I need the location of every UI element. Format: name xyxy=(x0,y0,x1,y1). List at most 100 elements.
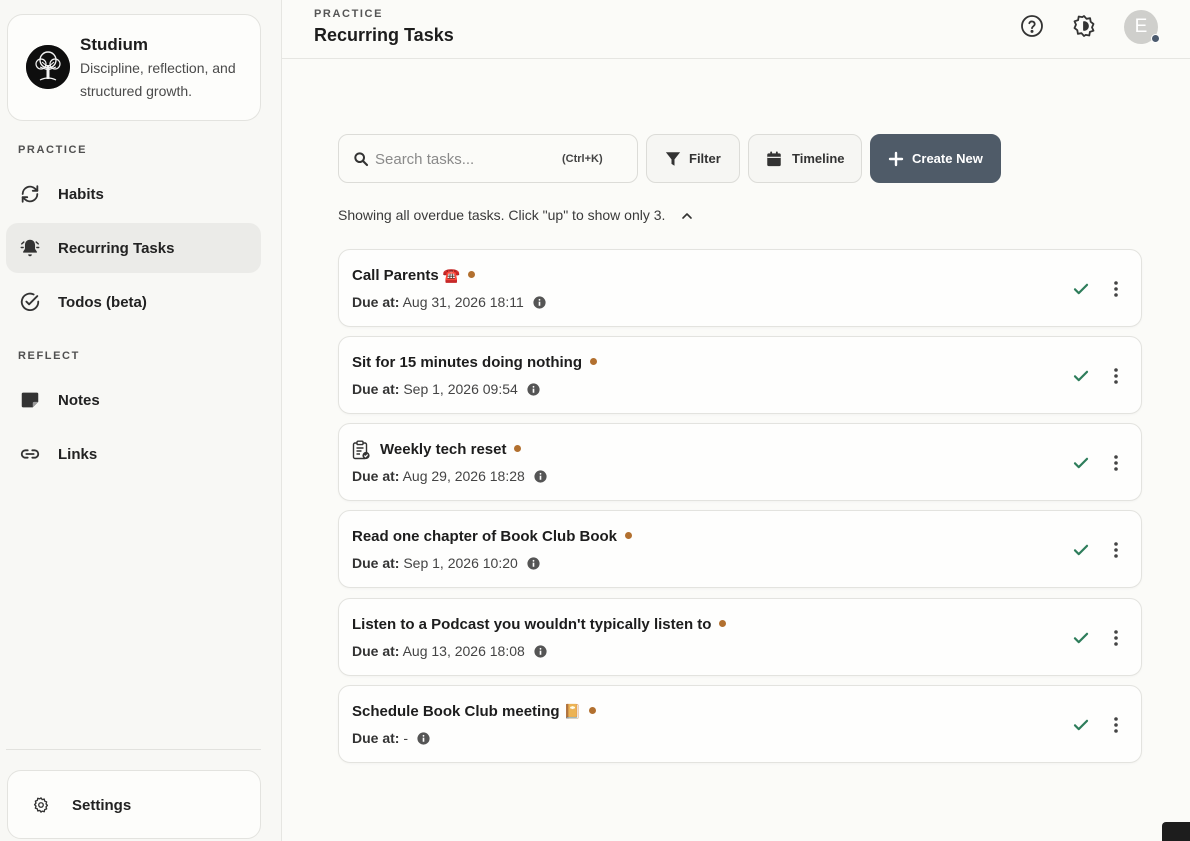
info-icon[interactable] xyxy=(527,383,540,396)
bell-icon xyxy=(20,239,40,257)
tree-logo-icon xyxy=(26,45,70,89)
task-card[interactable]: Weekly tech reset Due at: Aug 29, 2026 1… xyxy=(338,423,1142,501)
settings-label: Settings xyxy=(72,797,132,814)
create-new-button[interactable]: Create New xyxy=(870,134,1001,183)
status-dot xyxy=(589,707,597,714)
task-title-row: Read one chapter of Book Club Book xyxy=(352,528,633,545)
complete-check-icon[interactable] xyxy=(1072,629,1090,647)
more-options-icon[interactable] xyxy=(1107,366,1125,386)
timeline-button[interactable]: Timeline xyxy=(748,134,862,183)
clipboard-check-icon xyxy=(352,440,370,460)
task-card[interactable]: Listen to a Podcast you wouldn't typical… xyxy=(338,598,1142,676)
check-circle-icon xyxy=(20,292,40,311)
due-label: Due at: xyxy=(352,643,400,659)
calendar-icon xyxy=(767,151,781,167)
due-value: Sep 1, 2026 09:54 xyxy=(403,381,518,397)
refresh-icon xyxy=(21,185,39,203)
filter-label: Filter xyxy=(689,151,721,166)
filter-icon xyxy=(665,152,681,166)
complete-check-icon[interactable] xyxy=(1072,541,1090,559)
status-dot xyxy=(625,532,633,539)
header-eyebrow: PRACTICE xyxy=(314,8,384,20)
sidebar-divider xyxy=(6,749,261,750)
search-shortcut: (Ctrl+K) xyxy=(562,153,603,165)
task-due: Due at: Sep 1, 2026 09:54 xyxy=(352,381,540,397)
due-label: Due at: xyxy=(352,555,400,571)
task-card[interactable]: Call Parents ☎️ Due at: Aug 31, 2026 18:… xyxy=(338,249,1142,327)
filter-button[interactable]: Filter xyxy=(646,134,740,183)
sidebar-item-label: Notes xyxy=(58,391,100,409)
complete-check-icon[interactable] xyxy=(1072,280,1090,298)
due-value: Aug 29, 2026 18:28 xyxy=(402,468,525,484)
sidebar-item-label: Habits xyxy=(58,185,104,203)
task-title-row: Listen to a Podcast you wouldn't typical… xyxy=(352,616,727,633)
task-title: Sit for 15 minutes doing nothing xyxy=(352,354,582,371)
help-icon[interactable] xyxy=(1020,14,1044,38)
info-icon[interactable] xyxy=(527,557,540,570)
telephone-emoji-icon: ☎️ xyxy=(442,268,461,284)
task-title: Schedule Book Club meeting xyxy=(352,703,560,720)
task-card[interactable]: Read one chapter of Book Club Book Due a… xyxy=(338,510,1142,588)
brand-name: Studium xyxy=(80,35,148,54)
due-label: Due at: xyxy=(352,294,400,310)
create-new-label: Create New xyxy=(912,151,983,166)
note-icon xyxy=(21,392,39,408)
sidebar: Studium Discipline, reflection, and stru… xyxy=(0,0,282,841)
due-value: Sep 1, 2026 10:20 xyxy=(403,555,518,571)
sidebar-item-notes[interactable]: Notes xyxy=(6,375,261,425)
due-value: Aug 31, 2026 18:11 xyxy=(402,294,524,310)
sidebar-item-label: Recurring Tasks xyxy=(58,239,175,257)
task-due: Due at: Aug 13, 2026 18:08 xyxy=(352,643,547,659)
gear-icon xyxy=(33,797,49,813)
task-title: Call Parents xyxy=(352,267,439,284)
info-icon[interactable] xyxy=(417,732,430,745)
complete-check-icon[interactable] xyxy=(1072,454,1090,472)
page-header: PRACTICE Recurring Tasks E xyxy=(282,0,1190,59)
task-title-row: Weekly tech reset xyxy=(380,441,522,458)
notebook-emoji-icon: 📔 xyxy=(563,704,582,720)
chevron-up-icon[interactable] xyxy=(679,208,695,224)
task-title: Listen to a Podcast you wouldn't typical… xyxy=(352,616,712,633)
sidebar-item-links[interactable]: Links xyxy=(6,429,261,479)
due-value: - xyxy=(403,730,409,746)
more-options-icon[interactable] xyxy=(1107,715,1125,735)
complete-check-icon[interactable] xyxy=(1072,716,1090,734)
task-due: Due at: Aug 29, 2026 18:28 xyxy=(352,468,547,484)
task-title-row: Sit for 15 minutes doing nothing xyxy=(352,354,597,371)
task-due: Due at: Sep 1, 2026 10:20 xyxy=(352,555,540,571)
theme-toggle-icon[interactable] xyxy=(1072,14,1096,38)
sidebar-item-recurring-tasks[interactable]: Recurring Tasks xyxy=(6,223,261,273)
sidebar-item-label: Todos (beta) xyxy=(58,293,147,311)
page-title: Recurring Tasks xyxy=(314,25,454,45)
task-title-row: Schedule Book Club meeting 📔 xyxy=(352,703,597,720)
task-title-row: Call Parents ☎️ xyxy=(352,267,476,284)
link-icon xyxy=(20,449,40,459)
more-options-icon[interactable] xyxy=(1107,628,1125,648)
task-due: Due at: - xyxy=(352,730,430,746)
due-value: Aug 13, 2026 18:08 xyxy=(402,643,525,659)
more-options-icon[interactable] xyxy=(1107,279,1125,299)
status-dot xyxy=(590,358,597,365)
section-label-reflect: REFLECT xyxy=(18,350,80,362)
task-title: Weekly tech reset xyxy=(380,441,507,458)
sidebar-item-habits[interactable]: Habits xyxy=(6,169,261,219)
info-icon[interactable] xyxy=(533,296,546,309)
search-input[interactable] xyxy=(375,147,555,171)
status-dot xyxy=(1151,34,1160,43)
more-options-icon[interactable] xyxy=(1107,453,1125,473)
brand-card[interactable]: Studium Discipline, reflection, and stru… xyxy=(7,14,261,121)
sidebar-item-todos[interactable]: Todos (beta) xyxy=(6,277,261,327)
info-icon[interactable] xyxy=(534,645,547,658)
more-options-icon[interactable] xyxy=(1107,540,1125,560)
settings-button[interactable]: Settings xyxy=(7,770,261,839)
info-icon[interactable] xyxy=(534,470,547,483)
status-dot xyxy=(468,271,476,278)
corner-widget[interactable] xyxy=(1162,822,1190,841)
timeline-label: Timeline xyxy=(792,151,845,166)
complete-check-icon[interactable] xyxy=(1072,367,1090,385)
sidebar-item-label: Links xyxy=(58,445,98,463)
search-box[interactable]: (Ctrl+K) xyxy=(338,134,638,183)
due-label: Due at: xyxy=(352,381,400,397)
task-card[interactable]: Schedule Book Club meeting 📔 Due at: - xyxy=(338,685,1142,763)
task-card[interactable]: Sit for 15 minutes doing nothing Due at:… xyxy=(338,336,1142,414)
